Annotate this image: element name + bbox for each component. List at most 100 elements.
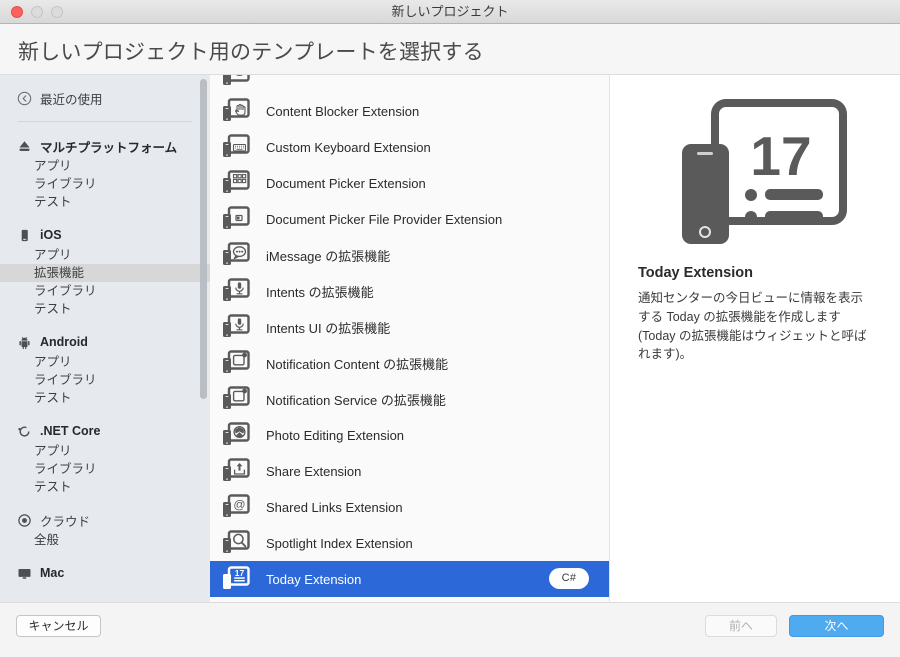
- sidebar-item--net-core-1[interactable]: ライブラリ: [0, 460, 210, 478]
- sidebar-item---0[interactable]: 全般: [0, 531, 210, 549]
- template-list-item[interactable]: Document Picker File Provider Extension: [210, 201, 609, 237]
- sidebar-group: iOS アプリ 拡張機能 ライブラリ テスト: [0, 224, 210, 318]
- device-pair-photo-icon: [222, 422, 250, 448]
- template-list-item[interactable]: Intents の拡張機能: [210, 273, 609, 309]
- sidebar-item-ios-3[interactable]: テスト: [0, 300, 210, 318]
- dialog-footer: キャンセル 前へ 次へ: [0, 602, 900, 657]
- sidebar-recent-label: 最近の使用: [40, 92, 103, 107]
- template-list[interactable]: Content Blocker Extension Custom Keyboard…: [210, 75, 610, 602]
- sidebar-group-label: クラウド: [40, 514, 91, 529]
- sidebar-group-label: Android: [40, 335, 88, 349]
- device-pair-frame: [223, 530, 250, 553]
- template-list-item[interactable]: Custom Keyboard Extension: [210, 129, 609, 165]
- template-list-item[interactable]: Share Extension: [210, 453, 609, 489]
- window-title: 新しいプロジェクト: [391, 4, 509, 19]
- cancel-button[interactable]: キャンセル: [16, 615, 101, 637]
- sidebar-item-ios-1[interactable]: 拡張機能: [0, 264, 210, 282]
- sidebar-group: マルチプラットフォームアプリ ライブラリ テスト: [0, 135, 210, 211]
- sidebar-group: Mac: [0, 562, 210, 584]
- clock-back-icon: [17, 91, 32, 105]
- sidebar-item--net-core-0[interactable]: アプリ: [0, 442, 210, 460]
- template-list-item[interactable]: Photo Editing Extension: [210, 417, 609, 453]
- device-pair-at-icon: @: [222, 494, 250, 520]
- template-name: Custom Keyboard Extension: [266, 139, 431, 155]
- device-pair-mic-icon: [222, 314, 250, 340]
- android-icon: [17, 335, 32, 350]
- template-list-item[interactable]: @ Shared Links Extension: [210, 489, 609, 525]
- sidebar-item--net-core-2[interactable]: テスト: [0, 478, 210, 496]
- sidebar-item-android-1[interactable]: ライブラリ: [0, 371, 210, 389]
- template-name: Notification Content の拡張機能: [266, 356, 449, 372]
- device-pair-frame: [223, 98, 250, 121]
- device-pair-frame: [223, 170, 250, 193]
- template-name: Document Picker Extension: [266, 175, 426, 191]
- sidebar-group-label: .NET Core: [40, 424, 101, 438]
- multiplatform-icon: [17, 139, 32, 154]
- dialog-body: 最近の使用 マルチプラットフォーム アプリ ライブラリ テスト iOS アプリ 拡張機能 ライブ…: [0, 75, 900, 602]
- device-pair-frame: [223, 75, 250, 85]
- sidebar-group-ios[interactable]: iOS: [0, 224, 210, 246]
- template-detail-panel: 17 Today Extension 通知センターの今日ビューに情報を表示する …: [611, 75, 900, 602]
- category-sidebar[interactable]: 最近の使用 マルチプラットフォーム アプリ ライブラリ テスト iOS アプリ 拡張機能 ライブ…: [0, 75, 210, 602]
- sidebar-group--[interactable]: クラウド: [0, 509, 210, 531]
- cloud-target-icon: [18, 513, 31, 527]
- new-project-dialog: 新しいプロジェクト 新しいプロジェクト用のテンプレートを選択する 最近の使用マル…: [0, 0, 900, 657]
- template-name: Today Extension: [266, 571, 362, 587]
- device-pair-frame: [223, 458, 250, 481]
- sidebar-group-mac[interactable]: Mac: [0, 562, 210, 584]
- language-badge: C#: [549, 568, 589, 589]
- today-extension-art-icon: 17: [611, 97, 900, 252]
- page-title: 新しいプロジェクト用のテンプレートを選択する: [18, 41, 484, 64]
- device-pair-frame: [223, 278, 250, 301]
- next-button[interactable]: 次へ: [789, 615, 884, 637]
- template-name: Shared Links Extension: [266, 499, 403, 515]
- sidebar-item---1[interactable]: ライブラリ: [0, 175, 210, 193]
- device-pair-frame: @: [223, 494, 250, 517]
- template-list-item[interactable]: Spotlight Index Extension: [210, 525, 609, 561]
- device-pair-search-icon: [222, 530, 250, 556]
- template-name: Spotlight Index Extension: [266, 535, 413, 551]
- device-pair-frame: [223, 422, 250, 445]
- template-name: Document Picker File Provider Extension: [266, 211, 503, 227]
- device-pair-grid-icon: [222, 170, 250, 196]
- template-list-item[interactable]: [210, 75, 609, 93]
- sidebar-item-ios-0[interactable]: アプリ: [0, 246, 210, 264]
- template-list-content: Content Blocker Extension Custom Keyboard…: [210, 75, 609, 597]
- device-pair-frame: [223, 242, 250, 265]
- sidebar-item-android-0[interactable]: アプリ: [0, 353, 210, 371]
- sidebar-group--[interactable]: マルチプラットフォーム: [0, 135, 210, 157]
- sidebar-group--net-core[interactable]: .NET Core: [0, 420, 210, 442]
- sidebar-group-label: マルチプラットフォーム: [40, 140, 178, 155]
- template-list-item[interactable]: Content Blocker Extension: [210, 93, 609, 129]
- svg-text:@: @: [233, 497, 245, 511]
- sidebar-scrollbar[interactable]: [200, 79, 207, 399]
- sidebar-item-recent[interactable]: 最近の使用: [0, 83, 210, 113]
- template-name: iMessage の拡張機能: [266, 248, 391, 264]
- mac-display-icon: [18, 568, 31, 579]
- template-name: Share Extension: [266, 463, 362, 479]
- sidebar-item-android-2[interactable]: テスト: [0, 389, 210, 407]
- previous-button[interactable]: 前へ: [705, 615, 777, 637]
- title-bar: 新しいプロジェクト: [0, 0, 900, 24]
- template-list-item[interactable]: Document Picker Extension: [210, 165, 609, 201]
- device-pair-message-icon: [222, 242, 250, 268]
- template-list-item[interactable]: iMessage の拡張機能: [210, 237, 609, 273]
- template-name: Photo Editing Extension: [266, 427, 405, 443]
- device-pair-hand-icon: [222, 98, 250, 124]
- dotnet-core-icon: [18, 426, 30, 437]
- device-pair-frame: [223, 314, 250, 337]
- device-pair-notification-icon: [222, 386, 250, 412]
- template-list-item[interactable]: Notification Content の拡張機能: [210, 345, 609, 381]
- sidebar-group-android[interactable]: Android: [0, 331, 210, 353]
- sidebar-item---0[interactable]: アプリ: [0, 157, 210, 175]
- device-pair-notification-icon: [222, 350, 250, 376]
- iphone-icon: [17, 228, 32, 243]
- sidebar-item-ios-2[interactable]: ライブラリ: [0, 282, 210, 300]
- template-list-item[interactable]: Notification Service の拡張機能: [210, 381, 609, 417]
- template-list-item[interactable]: 17 Today Extension C#: [210, 561, 609, 597]
- sidebar-group-label: iOS: [40, 228, 62, 242]
- svg-text:17: 17: [235, 568, 245, 578]
- sidebar-item---2[interactable]: テスト: [0, 193, 210, 211]
- template-list-item[interactable]: Intents UI の拡張機能: [210, 309, 609, 345]
- sidebar-group-label: Mac: [40, 566, 65, 580]
